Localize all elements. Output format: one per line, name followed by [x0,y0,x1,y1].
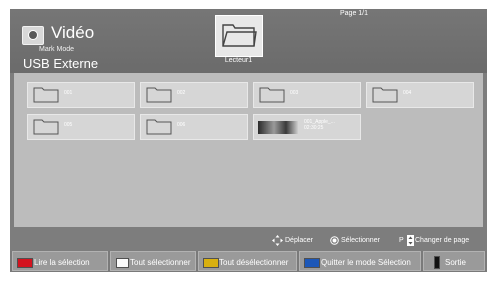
video-name: 001_Apple_... 02:30:25 [304,119,335,131]
exit-select-mode-button[interactable]: Quitter le mode Sélection [299,251,421,271]
blue-key-icon [304,258,320,268]
folder-icon [33,119,59,135]
folder-name: 002 [177,90,186,96]
header: Vidéo Mark Mode USB Externe Page 1/1 Lec… [10,9,487,73]
video-duration: 02:30:25 [304,125,324,131]
folder-item[interactable]: 001 [27,82,135,108]
page-title: Vidéo [51,23,95,42]
drive-label: Lecteur1 [224,57,253,64]
file-grid: 001 002 003 004 005 006 001_Apple_... 02 [14,73,483,227]
page-indicator: Page 1/1 [340,10,369,17]
page-key-label: P [399,237,404,244]
folder-name: 003 [290,90,299,96]
ok-button-icon [330,236,339,245]
folder-item[interactable]: 005 [27,114,135,140]
yellow-key-icon [203,258,219,268]
folder-item[interactable]: 002 [140,82,248,108]
move-hint: Déplacer [285,237,314,244]
folder-icon [259,87,285,103]
folder-item[interactable]: 004 [366,82,474,108]
white-key-icon [116,258,129,268]
folder-item[interactable]: 003 [253,82,361,108]
key-hints: Déplacer Sélectionner P Changer de page [10,232,487,248]
folder-icon [146,119,172,135]
deselect-all-button[interactable]: Tout désélectionner [198,251,297,271]
exit-key-icon [434,256,440,269]
exit-button[interactable]: Sortie [423,251,485,271]
media-browser-screen: Vidéo Mark Mode USB Externe Page 1/1 Lec… [10,9,487,272]
change-page-hint: Changer de page [415,237,470,244]
select-all-button[interactable]: Tout sélectionner [110,251,196,271]
select-hint: Sélectionner [341,237,380,244]
drive-button[interactable] [215,15,263,57]
folder-icon [33,87,59,103]
video-thumbnail [258,121,298,134]
action-bar: Lire la sélection Tout sélectionner Tout… [10,251,487,272]
folder-item[interactable]: 006 [140,114,248,140]
folder-name: 005 [64,122,73,128]
folder-icon [146,87,172,103]
page-updown-icon [407,235,414,246]
folder-icon [372,87,398,103]
folder-name: 004 [403,90,412,96]
camera-icon [22,26,44,45]
navigation-arrows-icon [272,235,283,246]
mode-label: Mark Mode [39,46,75,53]
folder-icon [222,24,257,47]
folder-name: 001 [64,90,73,96]
folder-name: 006 [177,122,186,128]
play-selection-button[interactable]: Lire la sélection [12,251,108,271]
device-label: USB Externe [23,56,99,71]
red-key-icon [17,258,33,268]
video-item[interactable]: 001_Apple_... 02:30:25 [253,114,361,140]
